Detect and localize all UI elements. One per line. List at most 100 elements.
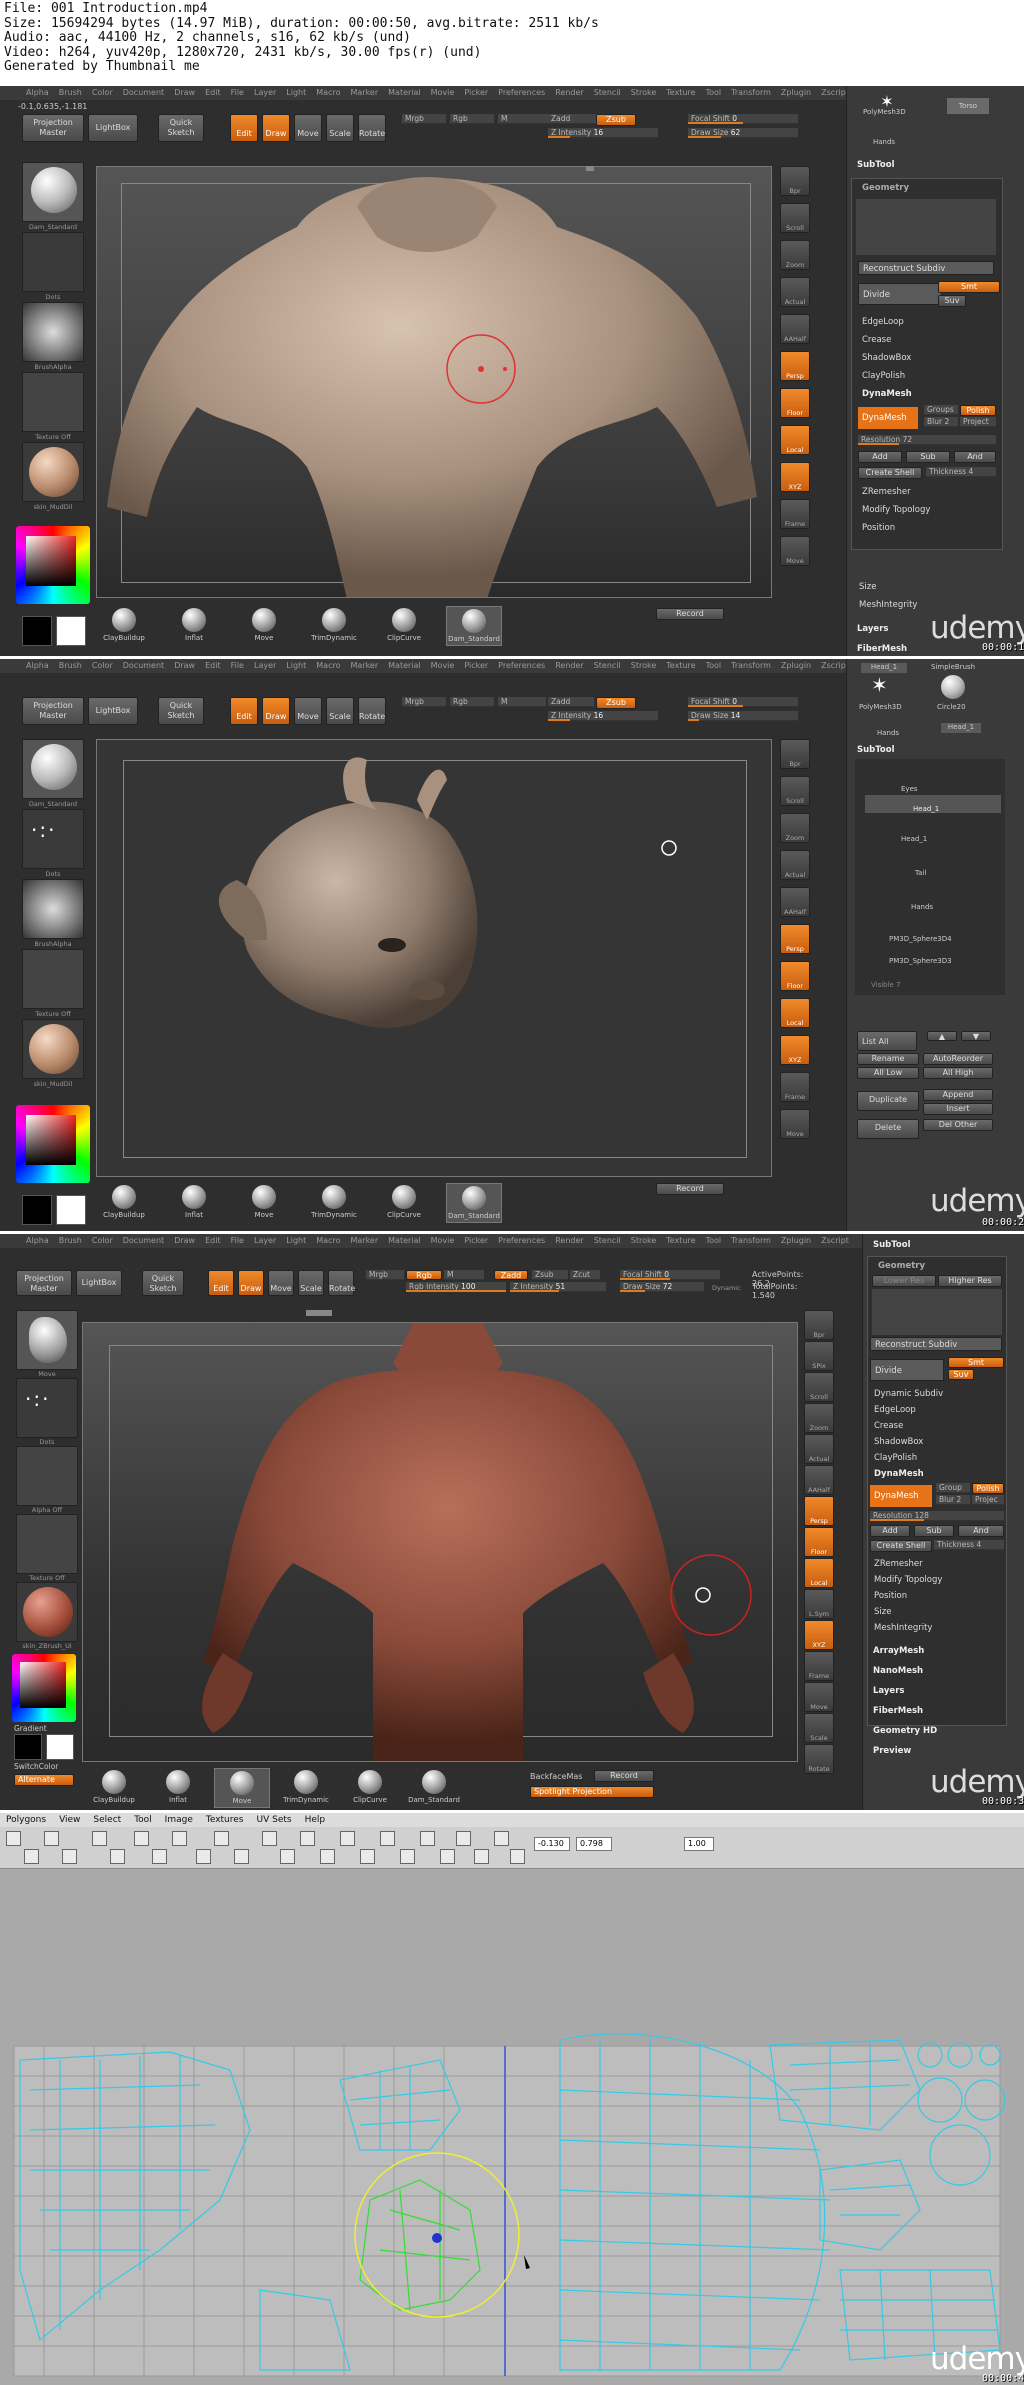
scale-button[interactable]: Scale (298, 1270, 324, 1296)
scroll-indicator[interactable] (306, 1310, 332, 1316)
color-picker[interactable] (12, 1654, 76, 1722)
menu-item-texture[interactable]: Texture (666, 1236, 695, 1245)
texture-thumbnail[interactable] (16, 1514, 78, 1574)
uv-tool-icon[interactable] (196, 1849, 211, 1864)
menu-item-document[interactable]: Document (123, 88, 164, 97)
menu-item-alpha[interactable]: Alpha (26, 88, 49, 97)
higher-res-button[interactable]: Higher Res (938, 1275, 1002, 1287)
mrgb-toggle[interactable]: Mrgb (402, 114, 446, 124)
uv-tool-icon[interactable] (134, 1831, 149, 1846)
projection-master-button[interactable]: Projection Master (16, 1270, 72, 1296)
blur-slider[interactable]: Blur 2 (924, 417, 958, 427)
shelf-bpr-button[interactable]: Bpr (780, 739, 810, 769)
subtool-header[interactable]: SubTool (853, 158, 1016, 172)
menu-item-edit[interactable]: Edit (205, 88, 221, 97)
shelf-frame-button[interactable]: Frame (804, 1651, 834, 1681)
menu-item-picker[interactable]: Picker (464, 661, 488, 670)
subtool-sphere-3[interactable]: PM3D_Sphere3D3 (889, 957, 952, 965)
shelf-frame-button[interactable]: Frame (780, 1072, 810, 1102)
record-button[interactable]: Record (656, 1183, 724, 1195)
menu-item-file[interactable]: File (231, 88, 244, 97)
dynamic-subdiv-menu[interactable]: Dynamic Subdiv (870, 1387, 998, 1401)
uv-menu-select[interactable]: Select (93, 1815, 121, 1825)
menu-item-tool[interactable]: Tool (706, 88, 722, 97)
uv-menu-view[interactable]: View (59, 1815, 80, 1825)
create-shell-button[interactable]: Create Shell (870, 1540, 932, 1552)
brush-move[interactable]: Move (236, 1183, 292, 1223)
shelf-persp-button[interactable]: Persp (780, 351, 810, 381)
gradient-label[interactable]: Gradient (14, 1724, 47, 1733)
shelf-move-button[interactable]: Move (780, 536, 810, 566)
brush-inflat[interactable]: Inflat (150, 1768, 206, 1808)
shelf-xyz-button[interactable]: XYZ (780, 462, 810, 492)
shelf-aahalf-button[interactable]: AAHalf (780, 314, 810, 344)
shelf-zoom-button[interactable]: Zoom (780, 813, 810, 843)
menu-item-material[interactable]: Material (388, 88, 421, 97)
subtool-header[interactable]: SubTool (853, 743, 1016, 757)
canvas-viewport[interactable] (96, 739, 772, 1177)
uv-menu-uv-sets[interactable]: UV Sets (257, 1815, 292, 1825)
menu-item-brush[interactable]: Brush (59, 661, 82, 670)
z-intensity-slider[interactable]: Z Intensity 51 (510, 1282, 606, 1292)
resolution-slider[interactable]: Resolution 128 (870, 1511, 1004, 1521)
smt-toggle[interactable]: Smt (948, 1357, 1004, 1368)
uv-tool-icon[interactable] (440, 1849, 455, 1864)
alpha-thumbnail[interactable] (16, 1446, 78, 1506)
and-button[interactable]: And (954, 451, 996, 463)
shelf-scale-button[interactable]: Scale (804, 1713, 834, 1743)
secondary-color-swatch[interactable] (56, 1195, 86, 1225)
subtool-header[interactable]: SubTool (869, 1238, 1016, 1252)
menu-item-movie[interactable]: Movie (431, 88, 455, 97)
color-picker[interactable] (16, 1105, 90, 1183)
menu-item-picker[interactable]: Picker (464, 1236, 488, 1245)
menu-item-marker[interactable]: Marker (350, 661, 378, 670)
canvas-viewport[interactable] (96, 166, 772, 598)
fibermesh-menu[interactable]: FiberMesh (869, 1704, 1016, 1718)
v-coordinate-field[interactable]: 0.798 (576, 1837, 612, 1851)
menu-item-zplugin[interactable]: Zplugin (781, 661, 811, 670)
dynamesh-menu[interactable]: DynaMesh (870, 1467, 998, 1481)
zoom-field[interactable]: 1.00 (684, 1837, 714, 1851)
shelf-actual-button[interactable]: Actual (780, 277, 810, 307)
shelf-local-button[interactable]: Local (780, 425, 810, 455)
uv-menu-polygons[interactable]: Polygons (6, 1815, 46, 1825)
u-coordinate-field[interactable]: -0.130 (534, 1837, 570, 1851)
menu-item-zplugin[interactable]: Zplugin (781, 1236, 811, 1245)
zsub-toggle[interactable]: Zsub (596, 697, 636, 709)
circle-brush-icon[interactable] (941, 675, 965, 699)
quick-sketch-button[interactable]: Quick Sketch (142, 1270, 184, 1296)
brush-dam-standard[interactable]: Dam_Standard (446, 606, 502, 646)
scale-button[interactable]: Scale (326, 114, 354, 142)
shelf-persp-button[interactable]: Persp (804, 1496, 834, 1526)
rgb-toggle[interactable]: Rgb (450, 114, 494, 124)
claypolish-menu[interactable]: ClayPolish (858, 369, 994, 383)
group-toggle[interactable]: Group (936, 1483, 970, 1493)
and-button[interactable]: And (958, 1525, 1004, 1537)
brush-inflat[interactable]: Inflat (166, 606, 222, 646)
focal-shift-slider[interactable]: Focal Shift 0 (688, 114, 798, 124)
z-intensity-slider[interactable]: Z Intensity 16 (548, 711, 658, 721)
material-thumbnail[interactable] (16, 1582, 78, 1642)
draw-button[interactable]: Draw (238, 1270, 264, 1296)
color-square[interactable] (20, 1662, 66, 1708)
menu-item-marker[interactable]: Marker (350, 88, 378, 97)
rotate-button[interactable]: Rotate (328, 1270, 355, 1296)
rename-button[interactable]: Rename (857, 1053, 919, 1065)
switchcolor-label[interactable]: SwitchColor (14, 1762, 58, 1771)
menu-item-transform[interactable]: Transform (731, 88, 771, 97)
shelf-xyz-button[interactable]: XYZ (804, 1620, 834, 1650)
meshintegrity-menu[interactable]: MeshIntegrity (870, 1621, 998, 1635)
main-color-swatch[interactable] (14, 1734, 42, 1760)
m-toggle[interactable]: M (498, 697, 546, 707)
menu-item-zscript[interactable]: Zscript (821, 1236, 849, 1245)
secondary-color-swatch[interactable] (56, 616, 86, 646)
color-square[interactable] (26, 1115, 76, 1165)
brush-clipcurve[interactable]: ClipCurve (376, 1183, 432, 1223)
draw-button[interactable]: Draw (262, 697, 290, 725)
menu-item-macro[interactable]: Macro (316, 88, 340, 97)
all-high-button[interactable]: All High (923, 1067, 993, 1079)
menu-item-material[interactable]: Material (388, 1236, 421, 1245)
menu-item-color[interactable]: Color (92, 88, 113, 97)
thickness-slider[interactable]: Thickness 4 (934, 1540, 1004, 1550)
color-square[interactable] (26, 536, 76, 586)
